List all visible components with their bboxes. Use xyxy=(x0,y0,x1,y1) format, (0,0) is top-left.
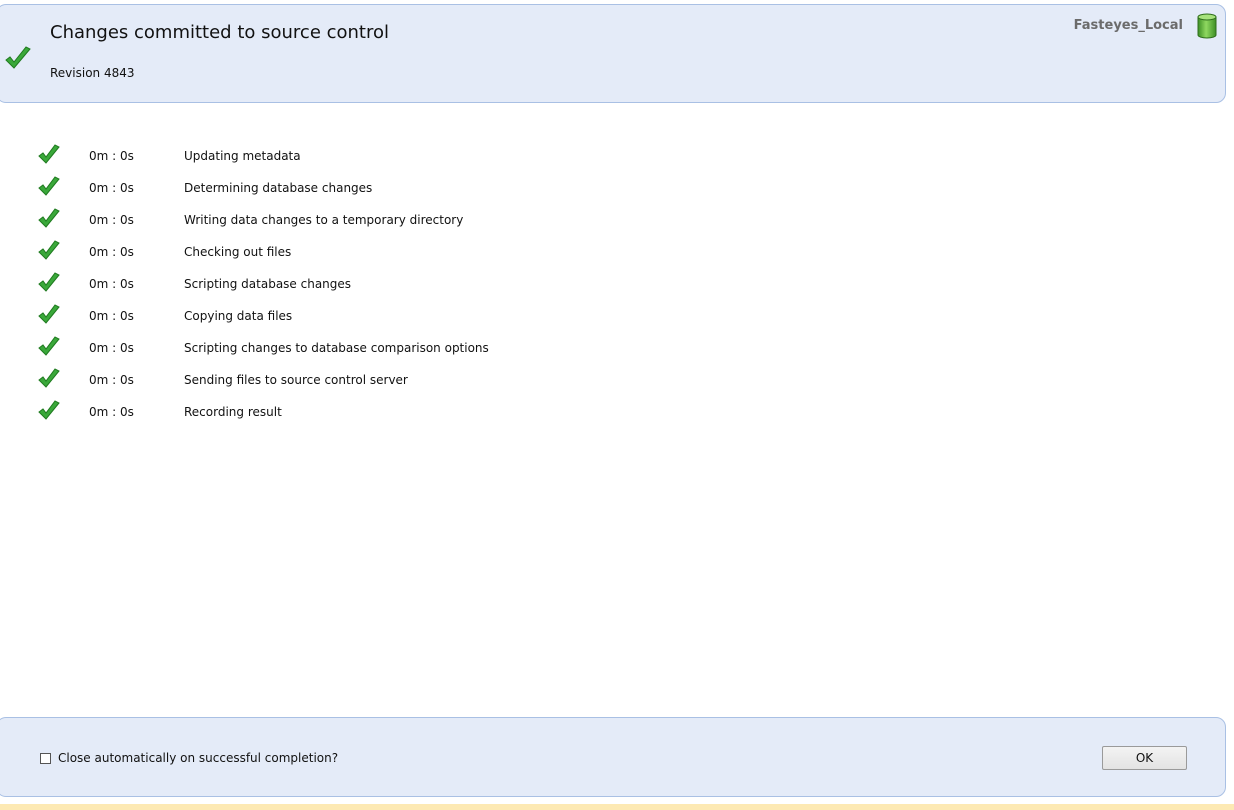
list-item: 0m : 0s Checking out files xyxy=(0,236,700,268)
header-panel: Changes committed to source control Revi… xyxy=(0,4,1226,103)
checkmark-icon xyxy=(38,368,60,388)
step-duration: 0m : 0s xyxy=(89,373,134,387)
database-cylinder-icon xyxy=(1197,13,1217,39)
step-label: Updating metadata xyxy=(184,149,301,163)
list-item: 0m : 0s Writing data changes to a tempor… xyxy=(0,204,700,236)
checkmark-icon xyxy=(38,240,60,260)
list-item: 0m : 0s Scripting changes to database co… xyxy=(0,332,700,364)
step-duration: 0m : 0s xyxy=(89,181,134,195)
step-label: Scripting changes to database comparison… xyxy=(184,341,489,355)
list-item: 0m : 0s Determining database changes xyxy=(0,172,700,204)
auto-close-checkbox[interactable] xyxy=(40,752,51,764)
page-title: Changes committed to source control xyxy=(50,22,390,43)
step-duration: 0m : 0s xyxy=(89,341,134,355)
progress-steps-list: 0m : 0s Updating metadata 0m : 0s Determ… xyxy=(0,140,700,428)
step-label: Sending files to source control server xyxy=(184,373,408,387)
step-label: Writing data changes to a temporary dire… xyxy=(184,213,464,227)
footer-panel: Close automatically on successful comple… xyxy=(0,717,1226,797)
list-item: 0m : 0s Recording result xyxy=(0,396,700,428)
auto-close-option[interactable]: Close automatically on successful comple… xyxy=(40,751,338,765)
list-item: 0m : 0s Updating metadata xyxy=(0,140,700,172)
step-label: Determining database changes xyxy=(184,181,373,195)
checkmark-icon xyxy=(38,208,60,228)
step-duration: 0m : 0s xyxy=(89,213,134,227)
list-item: 0m : 0s Scripting database changes xyxy=(0,268,700,300)
commit-dialog: Changes committed to source control Revi… xyxy=(0,0,1234,810)
step-label: Scripting database changes xyxy=(184,277,352,291)
step-label: Recording result xyxy=(184,405,282,419)
checkmark-icon xyxy=(38,176,60,196)
step-label: Copying data files xyxy=(184,309,293,323)
ok-button[interactable]: OK xyxy=(1102,746,1187,770)
checkmark-icon xyxy=(38,144,60,164)
list-item: 0m : 0s Copying data files xyxy=(0,300,700,332)
checkmark-icon xyxy=(38,304,60,324)
checkmark-icon xyxy=(38,272,60,292)
step-duration: 0m : 0s xyxy=(89,309,134,323)
step-duration: 0m : 0s xyxy=(89,245,134,259)
list-item: 0m : 0s Sending files to source control … xyxy=(0,364,700,396)
step-duration: 0m : 0s xyxy=(89,405,134,419)
step-duration: 0m : 0s xyxy=(89,277,134,291)
step-duration: 0m : 0s xyxy=(89,149,134,163)
database-name: Fasteyes_Local xyxy=(1073,18,1183,33)
auto-close-label: Close automatically on successful comple… xyxy=(58,751,339,765)
bottom-status-strip xyxy=(0,804,1234,810)
checkmark-icon xyxy=(38,336,60,356)
revision-label: Revision 4843 xyxy=(50,66,135,80)
step-label: Checking out files xyxy=(184,245,292,259)
checkmark-icon xyxy=(5,46,31,69)
checkmark-icon xyxy=(38,400,60,420)
